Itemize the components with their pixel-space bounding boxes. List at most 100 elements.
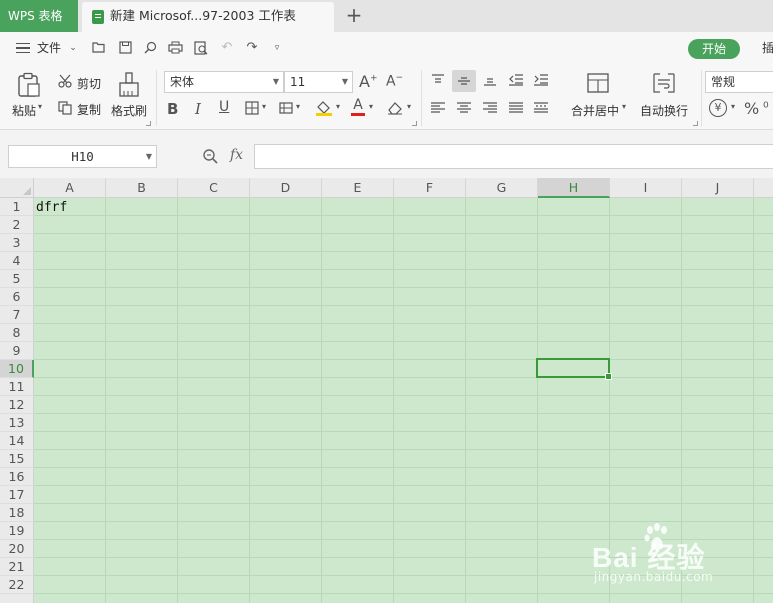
paste-label[interactable]: 粘贴 <box>12 102 36 119</box>
row-header[interactable]: 13 <box>0 414 34 432</box>
column-header[interactable]: D <box>250 178 322 198</box>
insert-function-fx-icon[interactable]: fx <box>230 147 243 163</box>
align-middle-icon[interactable] <box>452 70 476 92</box>
find-icon[interactable] <box>143 41 157 55</box>
font-group-launcher-icon[interactable] <box>412 121 417 126</box>
font-color-dropdown-icon[interactable]: ▾ <box>369 102 373 111</box>
print-icon[interactable] <box>168 41 183 55</box>
cut-icon[interactable] <box>58 74 72 88</box>
row-header[interactable]: 4 <box>0 252 34 270</box>
quick-access-more-icon[interactable]: ▿ <box>270 41 284 55</box>
align-bottom-icon[interactable] <box>482 73 498 87</box>
file-menu[interactable]: 文件 <box>37 40 61 56</box>
row-header[interactable]: 1 <box>0 198 34 216</box>
format-painter-icon[interactable] <box>118 72 140 98</box>
row-header[interactable]: 8 <box>0 324 34 342</box>
italic-icon[interactable]: I <box>195 100 201 118</box>
clear-format-eraser-icon[interactable] <box>387 101 403 115</box>
format-painter-label[interactable]: 格式刷 <box>111 102 147 119</box>
currency-icon[interactable]: ¥ <box>709 99 727 117</box>
row-header[interactable]: 18 <box>0 504 34 522</box>
column-header[interactable]: C <box>178 178 250 198</box>
distributed-align-icon[interactable] <box>533 101 549 115</box>
name-box[interactable]: H10 ▼ <box>8 145 157 168</box>
number-format-select[interactable]: 常规 <box>705 71 773 93</box>
row-header[interactable]: 15 <box>0 450 34 468</box>
increase-indent-icon[interactable] <box>533 73 549 87</box>
row-header[interactable]: 11 <box>0 378 34 396</box>
row-header[interactable]: 22 <box>0 576 34 594</box>
tab-insert[interactable]: 插 <box>762 40 773 56</box>
column-header-active[interactable]: H <box>538 178 610 198</box>
row-header[interactable]: 16 <box>0 468 34 486</box>
font-size-select[interactable]: 11 ▼ <box>284 71 353 93</box>
file-dropdown-chevron-icon[interactable]: ⌄ <box>66 41 80 55</box>
paste-dropdown-icon[interactable]: ▾ <box>38 102 42 111</box>
percent-icon[interactable]: % <box>744 99 759 118</box>
print-preview-icon[interactable] <box>194 41 208 55</box>
row-header[interactable]: 12 <box>0 396 34 414</box>
copy-label[interactable]: 复制 <box>77 101 101 118</box>
new-tab-plus-icon[interactable]: + <box>344 5 364 25</box>
cell-style-icon[interactable] <box>279 101 293 115</box>
row-header-partial[interactable] <box>0 594 34 603</box>
row-header[interactable]: 14 <box>0 432 34 450</box>
merge-center-label[interactable]: 合并居中 <box>571 102 619 119</box>
cell-style-dropdown-icon[interactable]: ▾ <box>296 102 300 111</box>
row-header[interactable]: 7 <box>0 306 34 324</box>
row-header[interactable]: 17 <box>0 486 34 504</box>
font-name-select[interactable]: 宋体 ▼ <box>164 71 284 93</box>
merge-center-icon[interactable] <box>586 72 610 94</box>
wrap-text-icon[interactable] <box>651 72 677 94</box>
clipboard-group-launcher-icon[interactable] <box>146 121 151 126</box>
decrease-indent-icon[interactable] <box>508 73 524 87</box>
column-header[interactable]: A <box>34 178 106 198</box>
alignment-group-launcher-icon[interactable] <box>693 121 698 126</box>
font-color-icon[interactable]: A <box>351 98 365 116</box>
row-header[interactable]: 3 <box>0 234 34 252</box>
selected-cell-H10[interactable] <box>536 358 612 380</box>
cut-label[interactable]: 剪切 <box>77 75 101 92</box>
column-header-partial[interactable] <box>754 178 773 198</box>
zoom-magnifier-icon[interactable] <box>202 148 218 164</box>
column-header[interactable]: J <box>682 178 754 198</box>
paste-icon[interactable] <box>16 72 42 98</box>
save-icon[interactable] <box>118 41 132 55</box>
borders-dropdown-icon[interactable]: ▾ <box>262 102 266 111</box>
column-header[interactable]: E <box>322 178 394 198</box>
formula-input[interactable] <box>254 144 773 169</box>
fill-color-dropdown-icon[interactable]: ▾ <box>336 102 340 111</box>
redo-icon[interactable]: ↷ <box>245 41 259 55</box>
row-header[interactable]: 19 <box>0 522 34 540</box>
column-header[interactable]: B <box>106 178 178 198</box>
row-header[interactable]: 6 <box>0 288 34 306</box>
column-header[interactable]: F <box>394 178 466 198</box>
borders-icon[interactable] <box>245 101 259 115</box>
column-header[interactable]: G <box>466 178 538 198</box>
align-right-icon[interactable] <box>482 101 498 115</box>
increase-font-size-icon[interactable]: A+ <box>359 72 378 91</box>
row-header[interactable]: 21 <box>0 558 34 576</box>
decrease-font-size-icon[interactable]: A− <box>386 73 403 90</box>
bold-icon[interactable]: B <box>167 100 178 118</box>
wrap-text-label[interactable]: 自动换行 <box>640 102 688 119</box>
row-header[interactable]: 20 <box>0 540 34 558</box>
row-header[interactable]: 2 <box>0 216 34 234</box>
document-tab[interactable]: 新建 Microsof...97-2003 工作表 <box>82 2 334 32</box>
merge-center-dropdown-icon[interactable]: ▾ <box>622 102 626 111</box>
tab-start[interactable]: 开始 <box>688 39 740 59</box>
undo-icon[interactable]: ↶ <box>220 41 234 55</box>
wps-app-tab[interactable]: WPS 表格 <box>0 0 78 32</box>
row-header-active[interactable]: 10 <box>0 360 34 378</box>
underline-icon[interactable]: U <box>219 99 229 115</box>
clear-format-dropdown-icon[interactable]: ▾ <box>407 102 411 111</box>
row-header[interactable]: 9 <box>0 342 34 360</box>
fill-color-icon[interactable] <box>315 100 333 116</box>
currency-dropdown-icon[interactable]: ▾ <box>731 102 735 111</box>
menu-hamburger-icon[interactable] <box>16 43 30 53</box>
select-all-corner[interactable] <box>0 178 34 198</box>
align-center-icon[interactable] <box>456 101 472 115</box>
justify-icon[interactable] <box>508 101 524 115</box>
open-folder-icon[interactable] <box>92 41 106 55</box>
column-header[interactable]: I <box>610 178 682 198</box>
